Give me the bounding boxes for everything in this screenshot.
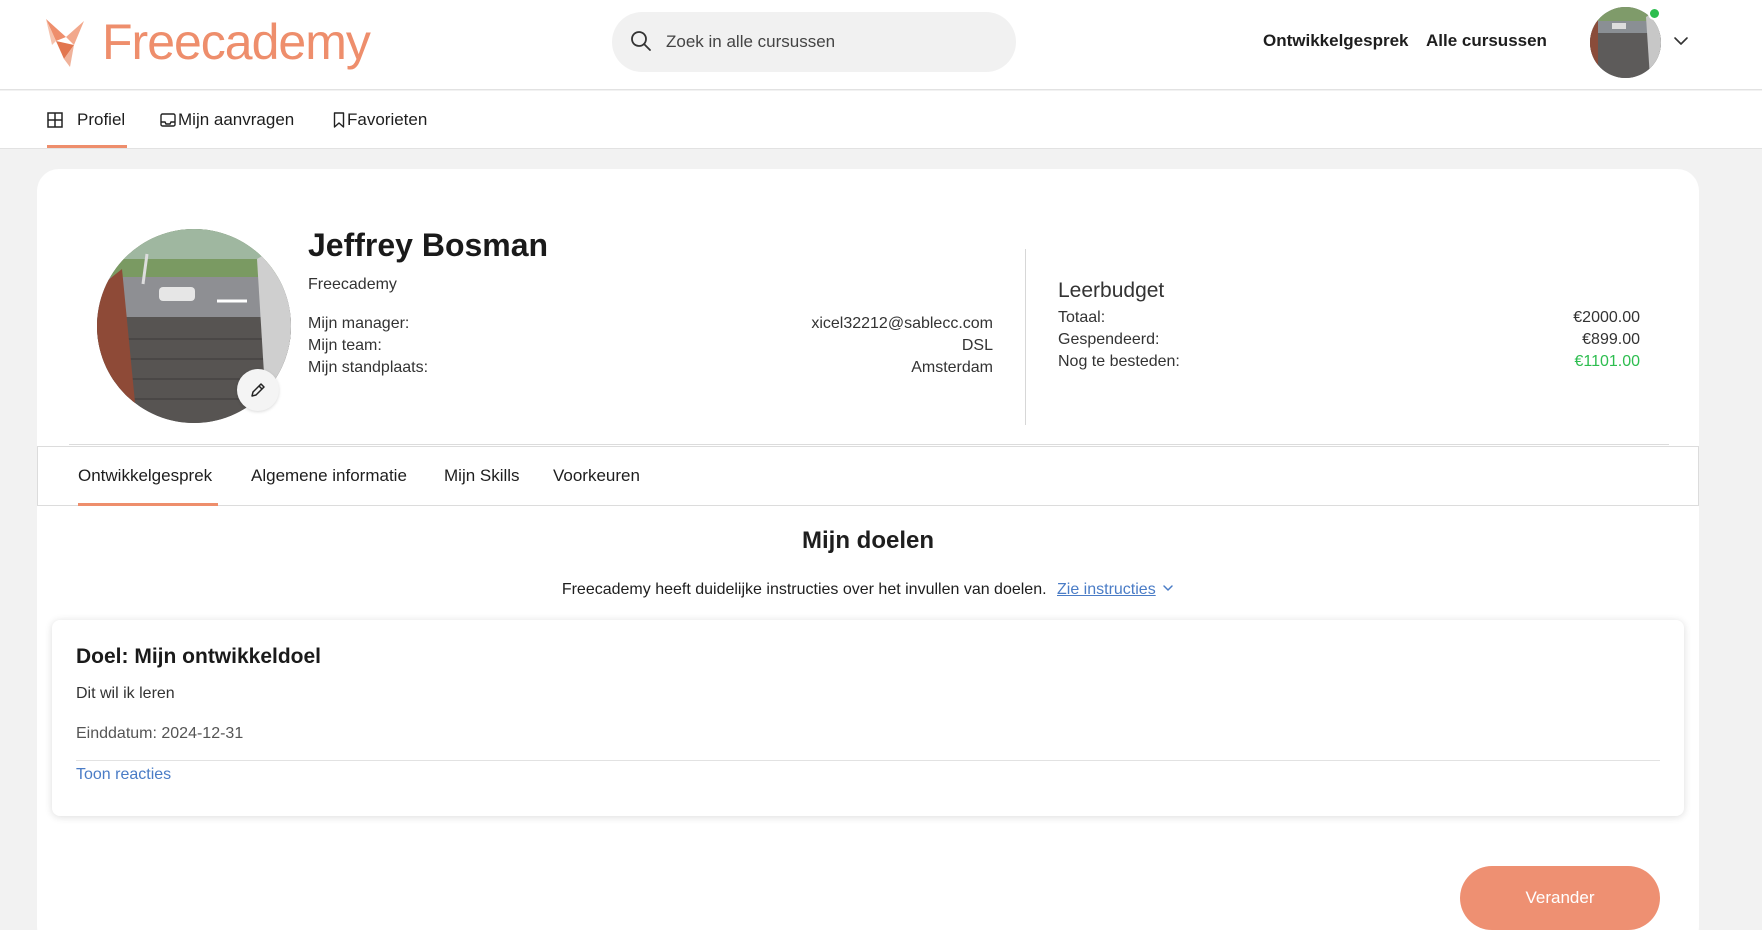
grid-icon (47, 112, 63, 128)
bookmark-icon (333, 112, 345, 128)
info-row-team: Mijn team: DSL (308, 337, 993, 355)
goal-title: Doel: Mijn ontwikkeldoel (76, 645, 322, 668)
tab-ontwikkelgesprek[interactable]: Ontwikkelgesprek (78, 466, 212, 486)
edit-photo-button[interactable] (237, 369, 279, 411)
info-label: Mijn team: (308, 337, 382, 354)
instructions-link[interactable]: Zie instructies (1057, 581, 1156, 598)
info-value: DSL (961, 337, 993, 354)
change-button[interactable]: Verander (1460, 866, 1660, 930)
search-bar[interactable] (612, 12, 1016, 72)
tab-active-indicator (78, 503, 218, 506)
budget-value: €899.00 (1582, 331, 1640, 348)
budget-row-gespendeerd: Gespendeerd: €899.00 (1058, 331, 1640, 349)
budget-remaining-value: €1101.00 (1574, 353, 1640, 370)
goal-divider (76, 760, 1660, 761)
goal-description: Dit wil ik leren (76, 685, 175, 702)
search-input[interactable] (666, 32, 986, 52)
logo-text: Freecademy (102, 14, 371, 70)
info-value: xicel32212@sablecc.com (811, 315, 993, 332)
budget-label: Nog te besteden: (1058, 353, 1180, 370)
budget-row-totaal: Totaal: €2000.00 (1058, 309, 1640, 327)
budget-title: Leerbudget (1058, 279, 1165, 302)
subnav-profiel-label: Profiel (77, 110, 126, 129)
top-header: Freecademy Ontwikkelgesprek Alle cursuss… (0, 0, 1762, 90)
online-status-dot (1648, 7, 1661, 20)
logo[interactable]: Freecademy (44, 12, 371, 72)
subnav-favorieten-label: Favorieten (347, 110, 428, 129)
tab-algemene-informatie[interactable]: Algemene informatie (251, 466, 407, 486)
profile-subnav: Profiel Mijn aanvragen Favorieten (0, 91, 1762, 149)
info-label: Mijn manager: (308, 315, 410, 332)
budget-label: Gespendeerd: (1058, 331, 1160, 348)
nav-ontwikkelgesprek[interactable]: Ontwikkelgesprek (1263, 31, 1409, 51)
info-label: Mijn standplaats: (308, 359, 429, 376)
subnav-favorieten[interactable]: Favorieten (333, 110, 427, 130)
profile-name: Jeffrey Bosman (308, 227, 549, 263)
goals-instructions: Freecademy heeft duidelijke instructies … (37, 581, 1699, 599)
nav-alle-cursussen[interactable]: Alle cursussen (1426, 31, 1547, 51)
horizontal-divider (69, 444, 1669, 445)
vertical-divider (1025, 249, 1026, 425)
search-icon (631, 31, 651, 51)
budget-value: €2000.00 (1573, 309, 1640, 326)
pencil-icon (251, 383, 265, 397)
budget-row-nog-te-besteden: Nog te besteden: €1101.00 (1058, 353, 1640, 371)
instructions-text: Freecademy heeft duidelijke instructies … (561, 581, 1047, 598)
logo-bird-icon (46, 19, 84, 67)
chevron-down-icon[interactable] (1162, 582, 1174, 594)
chevron-down-icon[interactable] (1672, 32, 1690, 50)
tab-voorkeuren[interactable]: Voorkeuren (553, 466, 640, 486)
subnav-profiel[interactable]: Profiel (47, 110, 125, 130)
profile-tabs: Ontwikkelgesprek Algemene informatie Mij… (37, 446, 1699, 506)
subnav-mijn-aanvragen-label: Mijn aanvragen (178, 110, 295, 129)
profile-card: Jeffrey Bosman Freecademy Mijn manager: … (37, 169, 1699, 930)
subnav-mijn-aanvragen[interactable]: Mijn aanvragen (160, 110, 294, 130)
info-row-standplaats: Mijn standplaats: Amsterdam (308, 359, 993, 377)
tab-mijn-skills[interactable]: Mijn Skills (444, 466, 520, 486)
goal-card: Doel: Mijn ontwikkeldoel Dit wil ik lere… (52, 620, 1684, 816)
goal-end-date: Einddatum: 2024-12-31 (76, 725, 244, 742)
show-reactions-link[interactable]: Toon reacties (76, 766, 171, 784)
profile-company: Freecademy (308, 276, 397, 293)
info-value: Amsterdam (911, 359, 993, 376)
goals-title: Mijn doelen (802, 527, 934, 554)
subnav-active-indicator (47, 145, 127, 148)
info-row-manager: Mijn manager: xicel32212@sablecc.com (308, 315, 993, 333)
inbox-icon (160, 113, 176, 127)
budget-label: Totaal: (1058, 309, 1106, 326)
